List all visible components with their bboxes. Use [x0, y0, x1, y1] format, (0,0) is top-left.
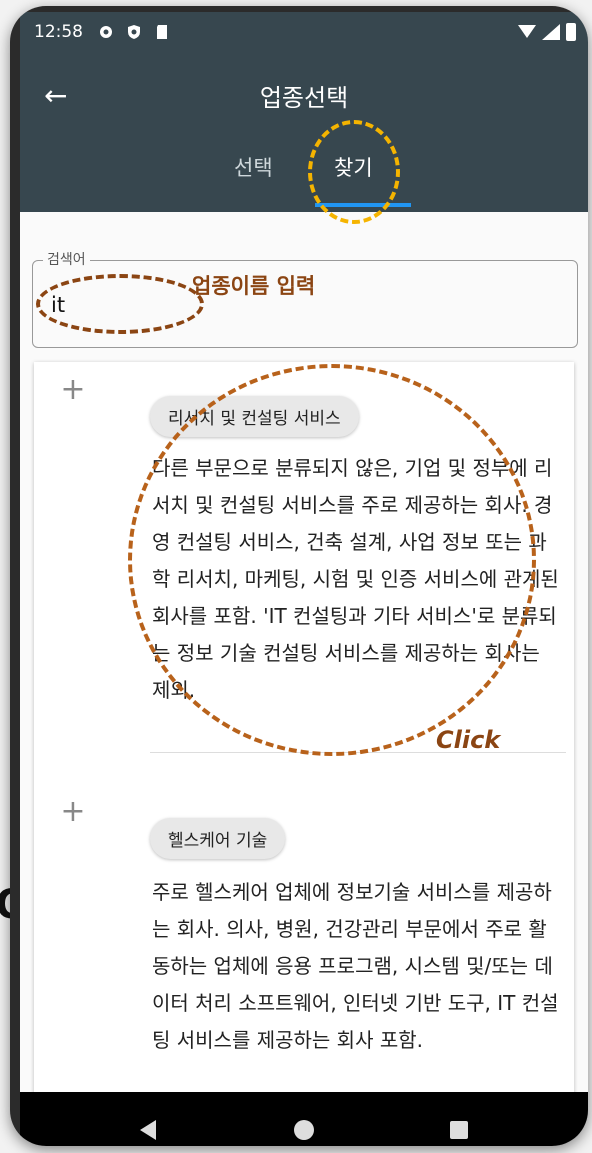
page-title: 업종선택	[259, 84, 349, 112]
status-time: 12:58	[34, 22, 83, 42]
shield-icon	[126, 24, 142, 40]
tab-select[interactable]: 선택	[234, 152, 273, 182]
phone-frame: 12:58 ← 업종선택 선택 찾기 검색어 it + 리서치 및 컨설팅 서비…	[10, 6, 588, 1146]
sd-card-icon	[154, 24, 170, 40]
annotation-card-circle	[128, 364, 536, 756]
nav-back-icon[interactable]	[140, 1120, 156, 1140]
status-bar: 12:58	[20, 12, 588, 56]
app-bar: 12:58 ← 업종선택 선택 찾기	[20, 12, 588, 212]
category-description: 주로 헬스케어 업체에 정보기술 서비스를 제공하는 회사. 의사, 병원, 건…	[152, 880, 559, 1052]
system-nav-bar	[20, 1092, 588, 1146]
signal-icon	[542, 24, 560, 40]
nav-recents-icon[interactable]	[450, 1121, 468, 1139]
category-chip[interactable]: 헬스케어 기술	[150, 818, 286, 859]
annotation-input-circle	[36, 274, 204, 334]
wifi-icon	[518, 25, 536, 38]
annotation-click-hint: Click	[436, 726, 501, 754]
search-label: 검색어	[43, 249, 90, 269]
battery-icon	[566, 23, 576, 41]
expand-plus-icon[interactable]: +	[58, 794, 88, 829]
nav-home-icon[interactable]	[294, 1120, 314, 1140]
annotation-tab-circle	[308, 120, 400, 224]
screen: 12:58 ← 업종선택 선택 찾기 검색어 it + 리서치 및 컨설팅 서비…	[20, 12, 588, 1146]
expand-plus-icon[interactable]: +	[58, 372, 88, 407]
annotation-input-hint: 업종이름 입력	[192, 274, 316, 298]
settings-icon	[98, 24, 114, 40]
